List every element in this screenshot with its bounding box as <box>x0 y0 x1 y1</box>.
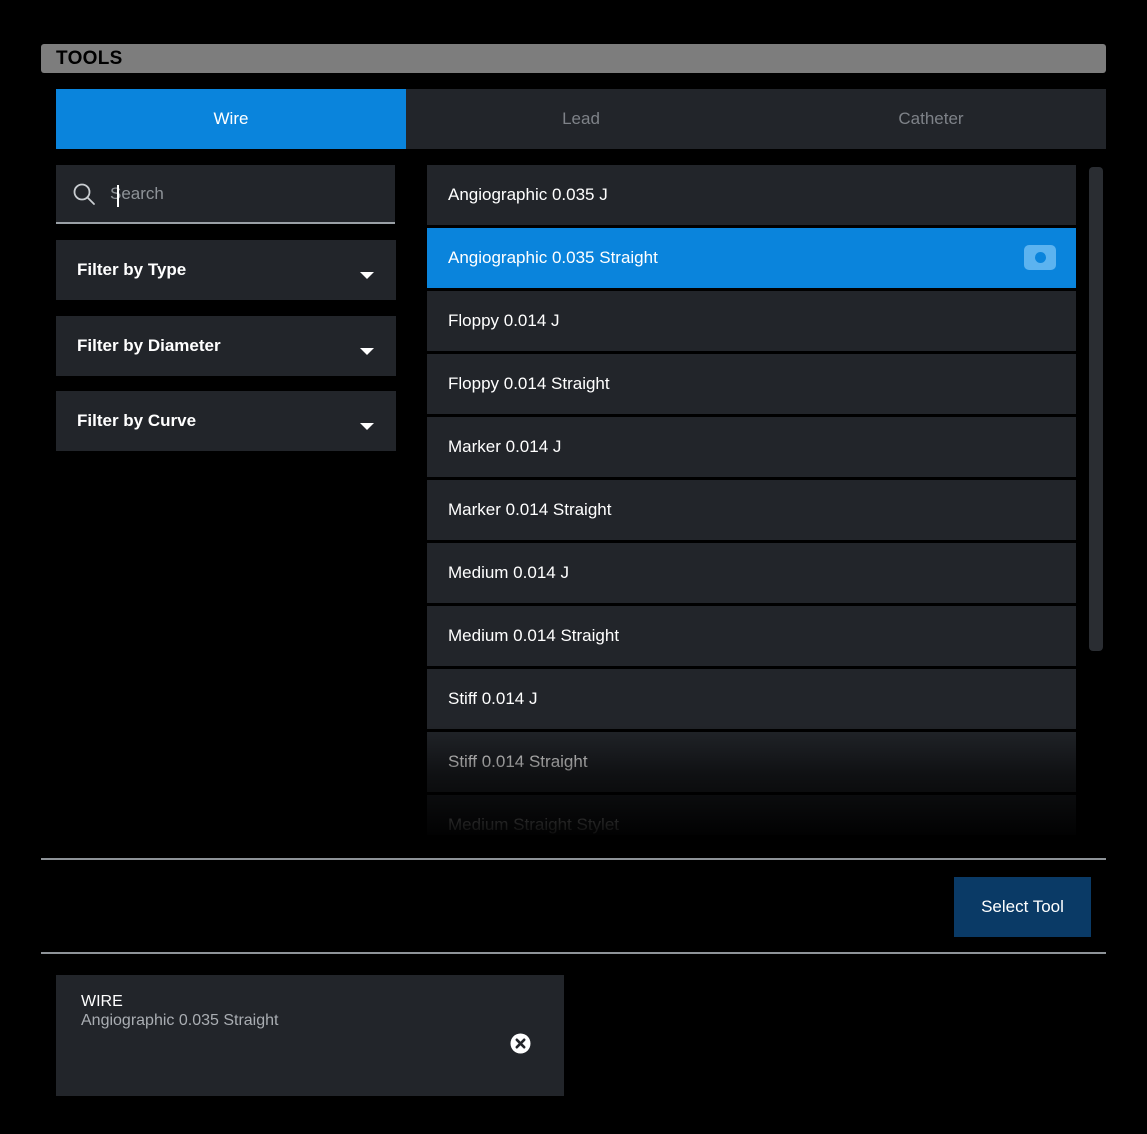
tool-list-item-label: Angiographic 0.035 J <box>448 185 608 204</box>
remove-circle-icon[interactable] <box>510 1033 531 1054</box>
selected-tool-name: Angiographic 0.035 Straight <box>81 1012 279 1029</box>
text-cursor <box>117 185 119 207</box>
tool-list-item[interactable]: Floppy 0.014 J <box>427 291 1076 351</box>
tool-list-item-label: Medium 0.014 Straight <box>448 626 620 645</box>
search-box <box>56 165 395 224</box>
tool-list-item-label: Marker 0.014 J <box>448 437 562 456</box>
selected-tool-category: WIRE <box>81 993 123 1010</box>
tool-list-item-label: Marker 0.014 Straight <box>448 500 612 519</box>
filter-by-diameter-label: Filter by Diameter <box>77 336 221 355</box>
filter-by-type-dropdown[interactable]: Filter by Type <box>56 240 396 300</box>
tool-list-item[interactable]: Medium Straight Stylet <box>427 795 1076 835</box>
tool-list-item-label: Medium 0.014 J <box>448 563 569 582</box>
list-scrollbar[interactable] <box>1089 167 1103 651</box>
tool-type-tabs: Wire Lead Catheter <box>56 89 1106 149</box>
tool-list-item-label: Floppy 0.014 J <box>448 311 560 330</box>
tool-list-item-label: Stiff 0.014 Straight <box>448 752 588 771</box>
tool-list-item-label: Medium Straight Stylet <box>448 815 620 834</box>
selected-indicator-icon <box>1024 245 1056 270</box>
tool-list-item-selected[interactable]: Angiographic 0.035 Straight <box>427 228 1076 288</box>
tool-list-item[interactable]: Stiff 0.014 J <box>427 669 1076 729</box>
filter-by-type-label: Filter by Type <box>77 260 187 279</box>
caret-down-icon <box>360 271 374 279</box>
search-icon <box>73 183 95 205</box>
tool-list-item-label: Angiographic 0.035 Straight <box>448 248 658 267</box>
tool-list-item[interactable]: Marker 0.014 J <box>427 417 1076 477</box>
tool-list-item[interactable]: Floppy 0.014 Straight <box>427 354 1076 414</box>
filter-by-diameter-dropdown[interactable]: Filter by Diameter <box>56 316 396 376</box>
tool-list-item[interactable]: Stiff 0.014 Straight <box>427 732 1076 792</box>
tool-list: Angiographic 0.035 J Angiographic 0.035 … <box>427 165 1076 835</box>
tool-list-item[interactable]: Angiographic 0.035 J <box>427 165 1076 225</box>
search-input[interactable] <box>108 182 372 205</box>
window-title: TOOLS <box>41 44 1106 73</box>
tools-window: TOOLS Wire Lead Catheter Filter by Type … <box>0 0 1147 1134</box>
divider <box>41 858 1106 860</box>
tab-lead[interactable]: Lead <box>406 89 756 149</box>
tool-list-item[interactable]: Marker 0.014 Straight <box>427 480 1076 540</box>
caret-down-icon <box>360 347 374 355</box>
selected-tool-card: WIRE Angiographic 0.035 Straight <box>56 975 564 1096</box>
tool-list-item[interactable]: Medium 0.014 J <box>427 543 1076 603</box>
divider <box>41 952 1106 954</box>
tab-wire[interactable]: Wire <box>56 89 406 149</box>
select-tool-button[interactable]: Select Tool <box>954 877 1091 937</box>
tool-list-item-label: Floppy 0.014 Straight <box>448 374 610 393</box>
tab-catheter[interactable]: Catheter <box>756 89 1106 149</box>
caret-down-icon <box>360 422 374 430</box>
tool-list-item[interactable]: Medium 0.014 Straight <box>427 606 1076 666</box>
filter-by-curve-label: Filter by Curve <box>77 411 197 430</box>
filter-by-curve-dropdown[interactable]: Filter by Curve <box>56 391 396 451</box>
tool-list-item-label: Stiff 0.014 J <box>448 689 538 708</box>
